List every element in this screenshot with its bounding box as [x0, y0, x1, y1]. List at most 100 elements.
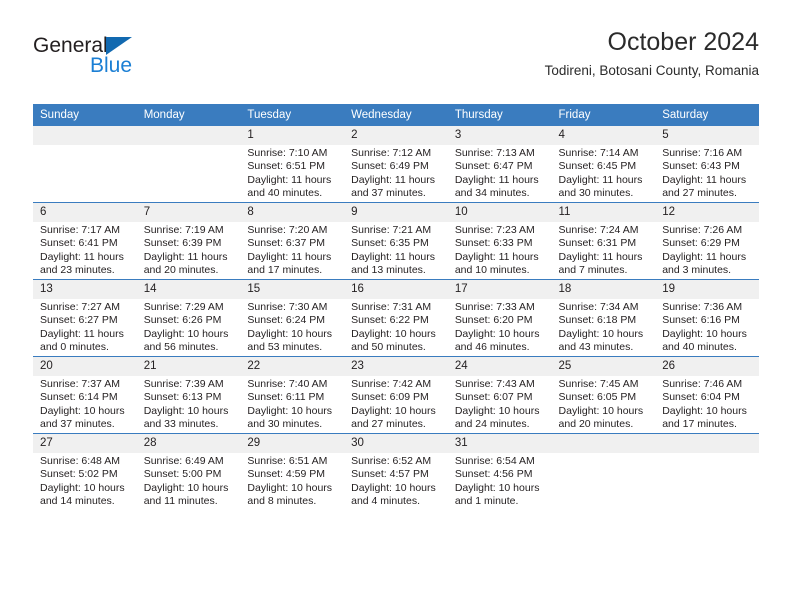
sunrise-text: Sunrise: 6:54 AM	[454, 455, 535, 467]
daylight-text: Daylight: 10 hours and 40 minutes.	[662, 327, 747, 354]
day-details: Sunrise: 7:27 AM Sunset: 6:27 PM Daylight:…	[33, 299, 137, 355]
day-number: 20	[33, 357, 137, 376]
calendar-day-cell[interactable]: 27 Sunrise: 6:48 AM Sunset: 5:02 PM Dayligh…	[33, 433, 137, 510]
sunrise-text: Sunrise: 7:30 AM	[247, 301, 328, 313]
day-details: Sunrise: 7:26 AM Sunset: 6:29 PM Daylight:…	[655, 222, 759, 278]
daylight-text: Daylight: 10 hours and 56 minutes.	[143, 327, 229, 354]
page-header: General Blue October 2024 Todireni, Boto…	[33, 26, 759, 92]
calendar-day-cell[interactable]: 12 Sunrise: 7:26 AM Sunset: 6:29 PM Dayligh…	[655, 202, 759, 280]
day-details: Sunrise: 7:10 AM Sunset: 6:51 PM Daylight:…	[240, 145, 344, 201]
calendar-day-cell[interactable]: 5 Sunrise: 7:16 AM Sunset: 6:43 PM Daylight…	[655, 126, 759, 203]
calendar-week-row: 13 Sunrise: 7:27 AM Sunset: 6:27 PM Dayligh…	[33, 279, 759, 357]
calendar-week-row: 6 Sunrise: 7:17 AM Sunset: 6:41 PM Daylight…	[33, 202, 759, 280]
calendar-day-cell[interactable]: 23 Sunrise: 7:42 AM Sunset: 6:09 PM Dayligh…	[344, 356, 448, 434]
sunset-text: Sunset: 4:57 PM	[351, 468, 429, 481]
day-details: Sunrise: 7:31 AM Sunset: 6:22 PM Daylight:…	[344, 299, 448, 355]
sunrise-text: Sunrise: 7:37 AM	[40, 378, 120, 390]
sunrise-text: Sunrise: 7:21 AM	[351, 224, 432, 236]
calendar-day-cell[interactable]: 28 Sunrise: 6:49 AM Sunset: 5:00 PM Dayligh…	[136, 433, 241, 510]
calendar-day-cell[interactable]: 11 Sunrise: 7:24 AM Sunset: 6:31 PM Dayligh…	[551, 202, 656, 280]
calendar-day-cell[interactable]: 25 Sunrise: 7:45 AM Sunset: 6:05 PM Dayligh…	[551, 356, 656, 434]
daylight-text: Daylight: 10 hours and 30 minutes.	[247, 404, 333, 431]
day-number: 8	[240, 203, 345, 222]
calendar-day-cell[interactable]: 1 Sunrise: 7:10 AM Sunset: 6:51 PM Daylight…	[240, 126, 345, 203]
calendar-day-cell[interactable]: 26 Sunrise: 7:46 AM Sunset: 6:04 PM Dayligh…	[655, 356, 759, 434]
daylight-text: Daylight: 10 hours and 1 minute.	[454, 481, 540, 508]
weekday-header-wednesday: Wednesday	[344, 104, 448, 126]
calendar-day-cell[interactable]: 2 Sunrise: 7:12 AM Sunset: 6:49 PM Daylight…	[344, 126, 448, 203]
day-number: 27	[33, 434, 137, 453]
calendar-day-cell[interactable]: 9 Sunrise: 7:21 AM Sunset: 6:35 PM Daylight…	[344, 202, 448, 280]
logo-triangle-icon	[106, 37, 132, 55]
day-number: 24	[447, 357, 552, 376]
sunset-text: Sunset: 6:18 PM	[558, 314, 637, 327]
calendar-day-cell[interactable]: 22 Sunrise: 7:40 AM Sunset: 6:11 PM Dayligh…	[240, 356, 345, 434]
day-number: 11	[551, 203, 656, 222]
calendar-day-cell[interactable]: 8 Sunrise: 7:20 AM Sunset: 6:37 PM Daylight…	[240, 202, 345, 280]
calendar-day-cell[interactable]: 6 Sunrise: 7:17 AM Sunset: 6:41 PM Daylight…	[33, 202, 137, 280]
calendar-day-cell[interactable]: 30 Sunrise: 6:52 AM Sunset: 4:57 PM Dayligh…	[344, 433, 448, 510]
day-number: 4	[551, 126, 656, 145]
general-blue-logo: General Blue	[33, 34, 233, 86]
calendar-day-cell[interactable]: 21 Sunrise: 7:39 AM Sunset: 6:13 PM Dayligh…	[136, 356, 241, 434]
calendar-day-cell[interactable]: 29 Sunrise: 6:51 AM Sunset: 4:59 PM Dayligh…	[240, 433, 345, 510]
day-number: 30	[344, 434, 448, 453]
day-details: Sunrise: 7:29 AM Sunset: 6:26 PM Daylight:…	[137, 299, 241, 355]
daylight-text: Daylight: 11 hours and 3 minutes.	[662, 250, 747, 277]
daylight-text: Daylight: 11 hours and 37 minutes.	[351, 173, 435, 200]
sunset-text: Sunset: 6:45 PM	[558, 160, 637, 173]
sunrise-text: Sunrise: 7:19 AM	[143, 224, 224, 236]
day-number: 12	[655, 203, 759, 222]
calendar-day-cell[interactable]: 3 Sunrise: 7:13 AM Sunset: 6:47 PM Daylight…	[447, 126, 552, 203]
sunset-text: Sunset: 6:20 PM	[454, 314, 533, 327]
calendar-day-cell-empty	[33, 126, 137, 203]
day-details: Sunrise: 7:24 AM Sunset: 6:31 PM Daylight:…	[552, 222, 656, 278]
sunrise-text: Sunrise: 7:20 AM	[247, 224, 328, 236]
calendar-day-cell[interactable]: 13 Sunrise: 7:27 AM Sunset: 6:27 PM Dayligh…	[33, 279, 137, 357]
day-details: Sunrise: 7:14 AM Sunset: 6:45 PM Daylight:…	[552, 145, 656, 201]
sunset-text: Sunset: 6:27 PM	[40, 314, 118, 327]
calendar-day-cell[interactable]: 17 Sunrise: 7:33 AM Sunset: 6:20 PM Dayligh…	[447, 279, 552, 357]
logo-text-blue: Blue	[90, 54, 133, 77]
daylight-text: Daylight: 10 hours and 46 minutes.	[454, 327, 540, 354]
sunset-text: Sunset: 6:14 PM	[40, 391, 118, 404]
calendar-day-cell[interactable]: 18 Sunrise: 7:34 AM Sunset: 6:18 PM Dayligh…	[551, 279, 656, 357]
weekday-header-monday: Monday	[136, 104, 241, 126]
day-number: 31	[447, 434, 552, 453]
calendar-day-cell[interactable]: 19 Sunrise: 7:36 AM Sunset: 6:16 PM Dayligh…	[655, 279, 759, 357]
calendar-day-cell[interactable]: 10 Sunrise: 7:23 AM Sunset: 6:33 PM Dayligh…	[447, 202, 552, 280]
day-details: Sunrise: 6:48 AM Sunset: 5:02 PM Daylight:…	[33, 453, 137, 509]
calendar-day-cell[interactable]: 15 Sunrise: 7:30 AM Sunset: 6:24 PM Dayligh…	[240, 279, 345, 357]
day-details: Sunrise: 6:51 AM Sunset: 4:59 PM Daylight:…	[240, 453, 344, 509]
sunset-text: Sunset: 6:43 PM	[662, 160, 740, 173]
day-number	[655, 434, 759, 453]
sunrise-text: Sunrise: 6:51 AM	[247, 455, 328, 467]
sunset-text: Sunset: 6:04 PM	[662, 391, 740, 404]
calendar-day-cell-empty	[136, 126, 241, 203]
calendar-day-cell-empty	[655, 433, 759, 510]
sunset-text: Sunset: 6:49 PM	[351, 160, 429, 173]
daylight-text: Daylight: 10 hours and 24 minutes.	[454, 404, 540, 431]
day-details: Sunrise: 7:33 AM Sunset: 6:20 PM Daylight:…	[448, 299, 552, 355]
day-details: Sunrise: 6:52 AM Sunset: 4:57 PM Daylight:…	[344, 453, 448, 509]
day-number: 21	[136, 357, 241, 376]
calendar-day-cell[interactable]: 24 Sunrise: 7:43 AM Sunset: 6:07 PM Dayligh…	[447, 356, 552, 434]
daylight-text: Daylight: 11 hours and 17 minutes.	[247, 250, 332, 277]
sunset-text: Sunset: 6:09 PM	[351, 391, 429, 404]
day-number: 6	[33, 203, 137, 222]
calendar-day-cell[interactable]: 7 Sunrise: 7:19 AM Sunset: 6:39 PM Daylight…	[136, 202, 241, 280]
sunrise-text: Sunrise: 7:24 AM	[558, 224, 639, 236]
calendar-day-cell[interactable]: 4 Sunrise: 7:14 AM Sunset: 6:45 PM Daylight…	[551, 126, 656, 203]
calendar-day-cell[interactable]: 16 Sunrise: 7:31 AM Sunset: 6:22 PM Dayligh…	[344, 279, 448, 357]
weekday-header-row: Sunday Monday Tuesday Wednesday Thursday Frid…	[33, 104, 759, 126]
weekday-header-saturday: Saturday	[655, 104, 759, 126]
calendar-week-row: 27 Sunrise: 6:48 AM Sunset: 5:02 PM Dayligh…	[33, 433, 759, 510]
calendar-day-cell-empty	[551, 433, 656, 510]
day-details: Sunrise: 7:42 AM Sunset: 6:09 PM Daylight:…	[344, 376, 448, 432]
calendar-day-cell[interactable]: 20 Sunrise: 7:37 AM Sunset: 6:14 PM Dayligh…	[33, 356, 137, 434]
day-number: 16	[344, 280, 448, 299]
calendar-day-cell[interactable]: 31 Sunrise: 6:54 AM Sunset: 4:56 PM Dayligh…	[447, 433, 552, 510]
calendar-day-cell[interactable]: 14 Sunrise: 7:29 AM Sunset: 6:26 PM Dayligh…	[136, 279, 241, 357]
day-number: 17	[447, 280, 552, 299]
day-details: Sunrise: 7:20 AM Sunset: 6:37 PM Daylight:…	[240, 222, 344, 278]
